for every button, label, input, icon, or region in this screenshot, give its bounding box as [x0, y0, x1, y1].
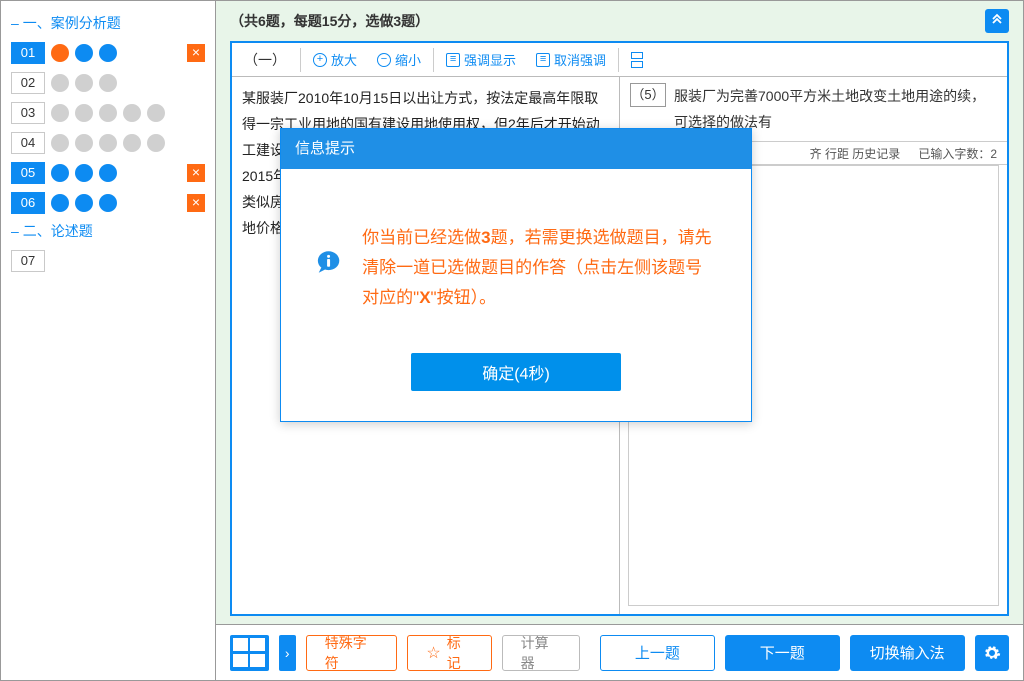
question-row[interactable]: 06 × — [11, 191, 205, 215]
unemphasize-button[interactable]: ≡取消强调 — [526, 45, 616, 75]
plus-icon: + — [313, 53, 327, 67]
question-number-box: （5） — [630, 83, 666, 107]
dot-icon — [99, 74, 117, 92]
dot-icon — [51, 44, 69, 62]
star-icon: ☆ — [426, 643, 440, 663]
special-chars-button[interactable]: 特殊字符 — [306, 635, 398, 671]
next-question-button[interactable]: 下一题 — [725, 635, 840, 671]
answer-toolbar-left[interactable]: 齐 行距 历史记录 — [810, 145, 901, 162]
expand-arrow-button[interactable]: › — [279, 635, 296, 671]
progress-dots — [51, 44, 117, 62]
question-grid-button[interactable] — [230, 635, 269, 671]
question-number[interactable]: 07 — [11, 250, 45, 272]
split-icon — [631, 52, 643, 68]
dot-icon — [51, 134, 69, 152]
unhighlight-icon: ≡ — [536, 53, 550, 67]
dot-icon — [51, 164, 69, 182]
section2-title: –二、论述题 — [11, 221, 205, 241]
question-row[interactable]: 04 — [11, 131, 205, 155]
question-row[interactable]: 07 — [11, 249, 205, 273]
question-row[interactable]: 02 — [11, 71, 205, 95]
modal-footer: 确定(4秒) — [281, 337, 751, 421]
emphasize-button[interactable]: ≡强调显示 — [436, 45, 526, 75]
sidebar: –一、案例分析题 01 × 02 03 04 05 × 06 × –二、论述题 07 — [1, 1, 216, 680]
clear-answer-button[interactable]: × — [187, 44, 205, 62]
zoom-out-button[interactable]: −缩小 — [367, 45, 431, 75]
dot-icon — [51, 194, 69, 212]
gear-icon — [983, 644, 1001, 662]
dot-icon — [51, 104, 69, 122]
instructions-bar: （共6题，每题15分，选做3题） — [216, 1, 1023, 41]
settings-button[interactable] — [975, 635, 1009, 671]
progress-dots — [51, 134, 165, 152]
dot-icon — [99, 44, 117, 62]
dot-icon — [147, 134, 165, 152]
modal-title: 信息提示 — [281, 129, 751, 169]
progress-dots — [51, 164, 117, 182]
modal-ok-button[interactable]: 确定(4秒) — [411, 353, 621, 391]
mark-button[interactable]: ☆标记 — [407, 635, 491, 671]
instructions-text: （共6题，每题15分，选做3题） — [230, 11, 429, 31]
progress-dots — [51, 74, 117, 92]
zoom-in-button[interactable]: +放大 — [303, 45, 367, 75]
dot-icon — [75, 164, 93, 182]
part-label: （一） — [232, 50, 298, 70]
dot-icon — [123, 134, 141, 152]
progress-dots — [51, 104, 165, 122]
clear-answer-button[interactable]: × — [187, 164, 205, 182]
dot-icon — [51, 74, 69, 92]
question-number[interactable]: 06 — [11, 192, 45, 214]
info-modal: 信息提示 你当前已经选做3题，若需更换选做题目，请先清除一道已选做题目的作答（点… — [280, 128, 752, 422]
progress-dots — [51, 194, 117, 212]
dot-icon — [75, 74, 93, 92]
question-number[interactable]: 05 — [11, 162, 45, 184]
dot-icon — [123, 104, 141, 122]
minus-icon: − — [377, 53, 391, 67]
dot-icon — [99, 194, 117, 212]
dot-icon — [99, 134, 117, 152]
dot-icon — [75, 44, 93, 62]
question-number[interactable]: 03 — [11, 102, 45, 124]
question-number[interactable]: 04 — [11, 132, 45, 154]
info-icon — [317, 235, 340, 289]
dot-icon — [99, 164, 117, 182]
content-toolbar: （一） +放大 −缩小 ≡强调显示 ≡取消强调 — [232, 43, 1007, 77]
char-count: 已输入字数：2 — [918, 145, 997, 162]
split-view-button[interactable] — [621, 45, 653, 75]
dot-icon — [75, 134, 93, 152]
clear-answer-button[interactable]: × — [187, 194, 205, 212]
dot-icon — [147, 104, 165, 122]
chevron-up-double-icon — [991, 13, 1003, 25]
bottom-bar: › 特殊字符 ☆标记 计算器 上一题 下一题 切换输入法 — [216, 624, 1023, 680]
question-row[interactable]: 03 — [11, 101, 205, 125]
modal-message: 你当前已经选做3题，若需更换选做题目，请先清除一道已选做题目的作答（点击左侧该题… — [362, 223, 715, 313]
question-number[interactable]: 01 — [11, 42, 45, 64]
collapse-button[interactable] — [985, 9, 1009, 33]
question-number[interactable]: 02 — [11, 72, 45, 94]
highlight-icon: ≡ — [446, 53, 460, 67]
prev-question-button[interactable]: 上一题 — [600, 635, 715, 671]
question-row[interactable]: 05 × — [11, 161, 205, 185]
ime-switch-button[interactable]: 切换输入法 — [850, 635, 965, 671]
section1-title: –一、案例分析题 — [11, 13, 205, 33]
dot-icon — [75, 194, 93, 212]
question-row[interactable]: 01 × — [11, 41, 205, 65]
calculator-button[interactable]: 计算器 — [502, 635, 580, 671]
dot-icon — [75, 104, 93, 122]
modal-body: 你当前已经选做3题，若需更换选做题目，请先清除一道已选做题目的作答（点击左侧该题… — [281, 169, 751, 337]
dot-icon — [99, 104, 117, 122]
